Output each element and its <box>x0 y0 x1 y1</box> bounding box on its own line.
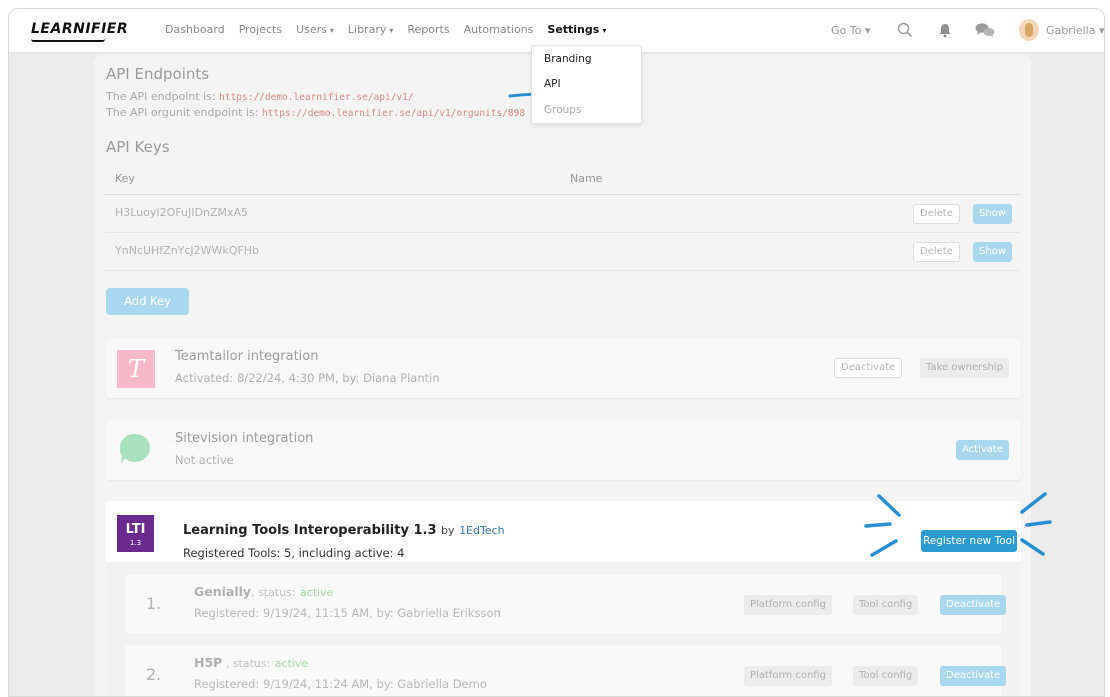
goto-menu[interactable]: Go To ▾ <box>831 24 870 37</box>
teamtailor-activated-user: Diana Plantin <box>363 371 440 385</box>
nav-users[interactable]: Users ▾ <box>296 23 334 36</box>
nav-users-label: Users <box>296 23 327 36</box>
tool-name: H5P <box>194 655 223 670</box>
lti-tools-list: 1. Genially, status: active Registered: … <box>106 562 1021 696</box>
register-new-tool-button[interactable]: Register new Tool <box>921 530 1017 552</box>
tool-registered: Registered: 9/19/24, 11:24 AM, by: Gabri… <box>194 677 487 691</box>
api-key-value: H3LuoyI2OFuJIDnZMxA5 <box>115 206 249 219</box>
column-header-name: Name <box>570 172 603 185</box>
chat-icon[interactable] <box>974 21 996 39</box>
api-orgunit-line: The API orgunit endpoint is: https://dem… <box>106 106 525 119</box>
tool-number: 2. <box>146 665 162 684</box>
teamtailor-logo: T <box>117 350 155 388</box>
lti-logo-text: LTI <box>125 522 146 537</box>
lti-logo-version: 1.3 <box>129 539 142 547</box>
tool-name-line: H5P , status: active <box>194 655 308 670</box>
table-row: YnNcUHfZnYcJ2WWkQFHb Delete Show <box>105 233 1020 271</box>
show-key-button[interactable]: Show <box>973 204 1012 224</box>
sitevision-integration-card: Sitevision integration Not active Activa… <box>106 420 1021 480</box>
api-orgunit-label: The API orgunit endpoint is: <box>106 106 259 119</box>
lti-title-line: Learning Tools Interoperability 1.3 by 1… <box>183 523 505 538</box>
api-keys-title: API Keys <box>106 138 170 156</box>
deactivate-tool-button[interactable]: Deactivate <box>940 666 1007 686</box>
nav-dashboard[interactable]: Dashboard <box>165 23 225 36</box>
list-item: 2. H5P , status: active Registered: 9/19… <box>125 645 1007 696</box>
chevron-down-icon: ▾ <box>602 26 607 35</box>
show-key-button[interactable]: Show <box>973 242 1012 262</box>
tool-status: active <box>274 657 309 670</box>
tool-config-button[interactable]: Tool config <box>853 595 919 615</box>
activate-button[interactable]: Activate <box>956 440 1009 460</box>
dropdown-item-groups[interactable]: Groups <box>544 104 581 116</box>
add-key-button[interactable]: Add Key <box>106 288 189 315</box>
platform-config-button[interactable]: Platform config <box>744 666 832 686</box>
sitevision-logo-icon <box>120 434 150 464</box>
nav-reports[interactable]: Reports <box>407 23 449 36</box>
tool-status: active <box>299 586 334 599</box>
nav-settings[interactable]: Settings ▾ <box>547 23 606 36</box>
platform-config-button[interactable]: Platform config <box>744 595 832 615</box>
api-endpoint-line: The API endpoint is: https://demo.learni… <box>106 90 414 103</box>
tool-name: Genially <box>194 584 252 599</box>
chevron-down-icon: ▾ <box>389 26 394 35</box>
settings-dropdown: Branding API Groups <box>531 45 642 124</box>
teamtailor-activated-text: Activated: 8/22/24, 4:30 PM, by: <box>175 371 360 385</box>
learnifier-logo[interactable]: LEARNIFIER <box>31 21 128 37</box>
api-endpoints-title: API Endpoints <box>106 65 210 83</box>
tool-registered: Registered: 9/19/24, 11:15 AM, by: Gabri… <box>194 606 501 620</box>
tool-config-button[interactable]: Tool config <box>853 666 919 686</box>
teamtailor-title: Teamtailor integration <box>175 349 319 364</box>
chevron-down-icon: ▾ <box>329 26 334 35</box>
app-window: LEARNIFIER Dashboard Projects Users ▾ Lib… <box>8 8 1105 697</box>
user-menu[interactable]: Gabriella ▾ <box>1046 24 1104 37</box>
logo-underline <box>31 39 105 42</box>
teamtailor-subtitle: Activated: 8/22/24, 4:30 PM, by: Diana P… <box>175 371 440 385</box>
deactivate-tool-button[interactable]: Deactivate <box>940 595 1007 615</box>
lti-by: by <box>441 524 455 537</box>
api-key-value: YnNcUHfZnYcJ2WWkQFHb <box>115 244 260 257</box>
take-ownership-button[interactable]: Take ownership <box>920 358 1009 378</box>
bell-icon[interactable] <box>936 21 954 39</box>
lti-registered-tools: Registered Tools: 5, including active: 4 <box>183 546 405 560</box>
nav-settings-label: Settings <box>547 23 600 36</box>
main-menu: Dashboard Projects Users ▾ Library ▾ Repor… <box>165 23 606 36</box>
api-orgunit-url: https://demo.learnifier.se/api/v1/orguni… <box>261 108 526 119</box>
lti-title: Learning Tools Interoperability 1.3 <box>183 523 437 538</box>
tool-name-line: Genially, status: active <box>194 584 333 599</box>
delete-key-button[interactable]: Delete <box>913 204 960 224</box>
list-item: 1. Genially, status: active Registered: … <box>125 574 1007 634</box>
dropdown-item-branding[interactable]: Branding <box>544 53 592 65</box>
lti-vendor-link[interactable]: 1EdTech <box>459 524 505 537</box>
delete-key-button[interactable]: Delete <box>913 242 960 262</box>
avatar[interactable] <box>1019 19 1039 41</box>
column-header-key: Key <box>115 172 135 185</box>
api-keys-table-header: Key Name <box>105 169 1020 195</box>
table-row: H3LuoyI2OFuJIDnZMxA5 Delete Show <box>105 195 1020 233</box>
search-icon[interactable] <box>896 21 914 39</box>
dropdown-item-api[interactable]: API <box>544 78 561 90</box>
api-endpoint-url: https://demo.learnifier.se/api/v1/ <box>219 92 414 103</box>
api-endpoint-label: The API endpoint is: <box>106 90 216 103</box>
tool-number: 1. <box>146 594 162 613</box>
nav-projects[interactable]: Projects <box>239 23 282 36</box>
tool-status-label: , status: <box>251 586 296 599</box>
nav-library-label: Library <box>347 23 387 36</box>
lti-logo: LTI 1.3 <box>117 515 154 552</box>
deactivate-button[interactable]: Deactivate <box>834 358 903 378</box>
sitevision-status: Not active <box>175 453 234 467</box>
nav-library[interactable]: Library ▾ <box>348 23 393 36</box>
tool-status-label: , status: <box>222 657 271 670</box>
sitevision-title: Sitevision integration <box>175 431 314 446</box>
teamtailor-integration-card: T Teamtailor integration Activated: 8/22… <box>106 338 1021 398</box>
nav-automations[interactable]: Automations <box>464 23 534 36</box>
lti-integration-card: LTI 1.3 Learning Tools Interoperability … <box>106 501 1021 696</box>
